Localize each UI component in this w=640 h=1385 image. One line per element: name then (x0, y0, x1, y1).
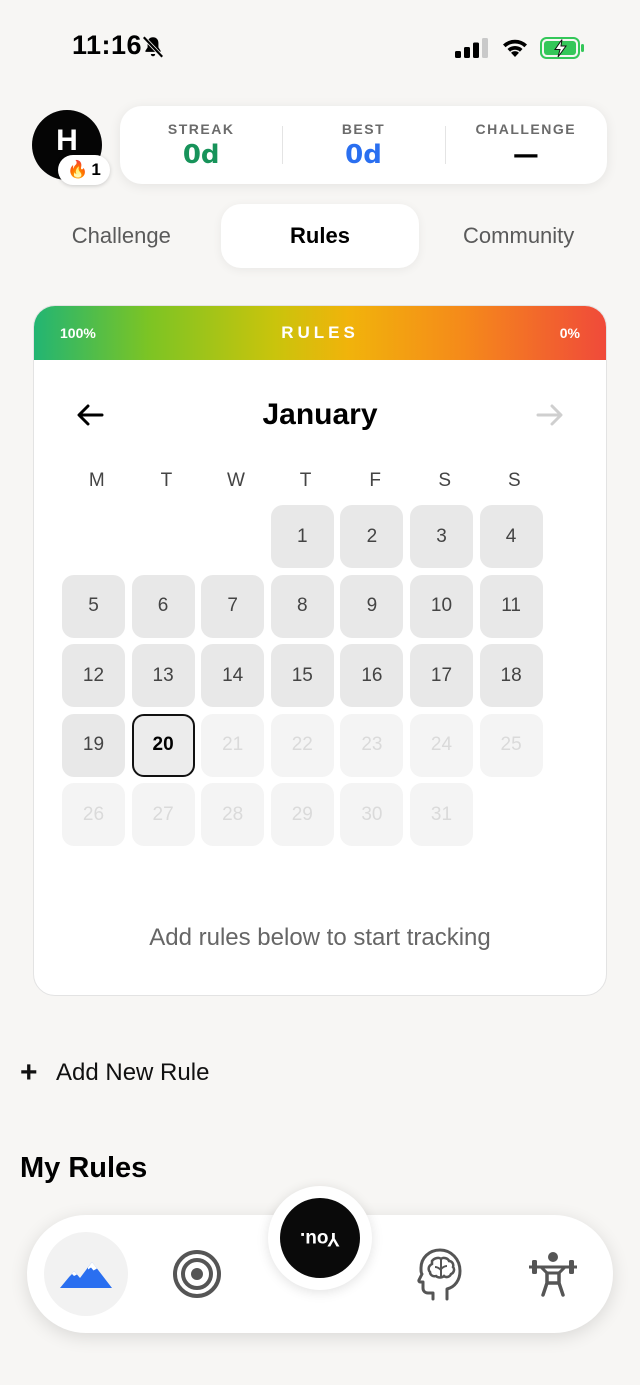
you-button-ring[interactable]: You. (268, 1186, 372, 1290)
stat-streak: STREAK 0d (120, 106, 282, 184)
calendar-day[interactable]: 5 (62, 574, 125, 638)
mountains-icon (60, 1262, 112, 1288)
my-rules-heading: My Rules (20, 1152, 148, 1184)
stat-value: 0d (345, 140, 382, 170)
month-title: January (262, 398, 378, 431)
calendar-day[interactable]: 22 (270, 713, 334, 777)
tab-rules[interactable]: Rules (220, 204, 420, 268)
tab-challenge[interactable]: Challenge (22, 204, 221, 268)
streak-badge: 🔥 1 (58, 155, 110, 185)
weightlifter-icon (529, 1252, 577, 1297)
calendar-day[interactable]: 7 (201, 574, 265, 638)
calendar-day[interactable]: 17 (410, 644, 473, 708)
plus-icon: + (20, 1056, 38, 1089)
calendar-day[interactable]: 2 (340, 505, 404, 568)
badge-count: 1 (91, 160, 101, 179)
calendar-day[interactable]: 3 (410, 505, 473, 568)
calendar-day[interactable]: 8 (270, 574, 334, 638)
status-bar: 11:16 (0, 0, 640, 96)
weekday-label: F (369, 470, 381, 491)
avatar-letter: H (56, 124, 78, 157)
bottom-tab-bar: You. (27, 1186, 613, 1333)
nav-target[interactable] (155, 1232, 239, 1316)
stats-card: STREAK 0d BEST 0d CHALLENGE — (120, 106, 607, 184)
nav-mind[interactable] (399, 1232, 483, 1316)
stat-label: BEST (341, 121, 386, 137)
brain-icon (417, 1248, 462, 1301)
calendar-day[interactable]: 27 (131, 783, 195, 847)
segmented-tabs: Challenge Rules Community (22, 204, 618, 268)
weekday-label: M (88, 470, 105, 491)
calendar-day[interactable]: 13 (131, 644, 195, 708)
weekday-label: W (227, 470, 245, 491)
stat-challenge: CHALLENGE — (444, 106, 607, 184)
calendar-day[interactable]: 24 (410, 713, 473, 777)
cellular-signal-icon (455, 38, 488, 58)
calendar-day-today[interactable]: 20 (131, 713, 195, 777)
calendar-day[interactable]: 19 (62, 713, 125, 777)
calendar-day[interactable]: 9 (340, 574, 404, 638)
you-button[interactable]: You. (280, 1198, 360, 1278)
fire-icon: 🔥 (67, 160, 89, 179)
gradient-title: RULES (281, 323, 359, 342)
calendar-day[interactable]: 10 (410, 574, 473, 638)
stat-label: STREAK (167, 121, 235, 137)
next-month-arrow-icon[interactable] (536, 404, 564, 426)
weekday-label: T (299, 470, 312, 491)
nav-rules-mountains[interactable] (44, 1232, 128, 1316)
compliance-gradient-bar: 100% RULES 0% (34, 306, 606, 360)
you-label: You. (300, 1228, 340, 1249)
add-new-rule-button[interactable]: + Add New Rule (20, 1058, 209, 1088)
weekday-row: M T W T F S S (62, 470, 549, 492)
weekday-label: S (508, 470, 521, 491)
calendar-day[interactable]: 18 (479, 644, 543, 708)
wifi-icon (503, 39, 527, 57)
calendar-day[interactable]: 23 (340, 713, 404, 777)
stat-value: — (512, 140, 539, 170)
stat-label: CHALLENGE (475, 121, 577, 137)
empty-state-hint: Add rules below to start tracking (149, 924, 491, 951)
calendar-day[interactable]: 29 (270, 783, 334, 847)
calendar-day[interactable]: 30 (340, 783, 404, 847)
calendar-day[interactable]: 28 (201, 783, 265, 847)
stat-value: 0d (182, 140, 220, 170)
stat-best: BEST 0d (282, 106, 444, 184)
calendar-day[interactable]: 12 (62, 644, 125, 708)
target-icon (173, 1250, 221, 1298)
calendar-day[interactable]: 4 (479, 505, 543, 568)
tab-community[interactable]: Community (419, 204, 618, 268)
status-time: 11:16 (72, 30, 143, 60)
add-new-rule-label: Add New Rule (56, 1059, 210, 1086)
rules-calendar-card: 100% RULES 0% January M T W T F S S 1234… (33, 305, 607, 996)
battery-charging-icon (540, 37, 584, 59)
calendar-day[interactable]: 1 (270, 505, 334, 568)
calendar-day[interactable]: 25 (479, 713, 543, 777)
weekday-label: T (160, 470, 173, 491)
calendar-day[interactable]: 31 (410, 783, 473, 847)
calendar-day[interactable]: 21 (201, 713, 265, 777)
bell-muted-icon (142, 35, 164, 59)
calendar-day[interactable]: 26 (62, 783, 125, 847)
weekday-label: S (438, 470, 452, 491)
calendar-day[interactable]: 14 (201, 644, 265, 708)
calendar-day[interactable]: 11 (479, 574, 543, 638)
calendar-day[interactable]: 15 (270, 644, 334, 708)
nav-fitness[interactable] (511, 1232, 595, 1316)
calendar-day[interactable]: 16 (340, 644, 404, 708)
calendar-day[interactable]: 6 (131, 574, 195, 638)
calendar-header: January (34, 360, 606, 470)
